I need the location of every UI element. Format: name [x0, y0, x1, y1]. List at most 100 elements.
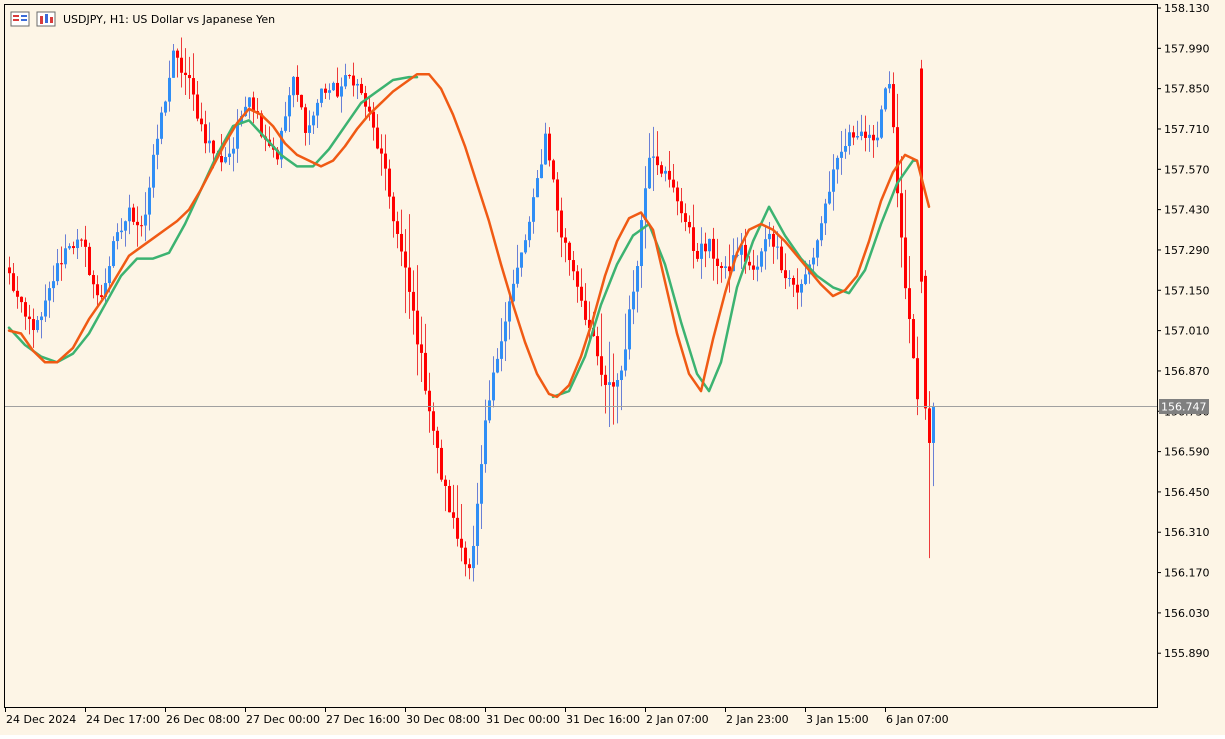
price-tick-label: 157.150 — [1164, 284, 1210, 297]
candle-body — [180, 57, 183, 73]
candle-body — [724, 266, 727, 268]
candle-body — [340, 86, 343, 97]
candle-body — [324, 88, 327, 93]
candle-body — [468, 564, 471, 569]
time-tick-label: 31 Dec 00:00 — [486, 713, 560, 726]
symbol-icon[interactable] — [36, 11, 56, 27]
candle-body — [540, 164, 543, 179]
candle-body — [356, 83, 359, 86]
candle-body — [168, 77, 171, 102]
price-chart[interactable]: 158.130 157.990 157.850 157.710 157.570 157.4… — [0, 0, 1225, 735]
candle-body — [44, 300, 47, 317]
candle-body — [676, 187, 679, 202]
candle-body — [480, 464, 483, 504]
candle-body — [332, 82, 335, 91]
candle-body — [188, 75, 191, 79]
candle-body — [228, 153, 231, 158]
candle-body — [432, 411, 435, 431]
candle-body — [116, 232, 119, 242]
chart-menu-icon[interactable] — [10, 11, 30, 27]
candle-body — [412, 291, 415, 311]
candle-body — [824, 203, 827, 224]
candle-body — [720, 265, 723, 268]
candle-body — [100, 295, 103, 298]
candle-body — [596, 336, 599, 357]
candle-body — [32, 319, 35, 331]
candle-body — [348, 75, 351, 77]
candle-body — [120, 230, 123, 233]
candle-body — [656, 156, 659, 166]
candle-body — [784, 270, 787, 279]
candle-body — [200, 118, 203, 125]
candle-body — [868, 134, 871, 138]
time-tick-label: 2 Jan 23:00 — [726, 713, 789, 726]
candle-body — [132, 207, 135, 222]
candle-body — [624, 349, 627, 371]
candle-body — [352, 75, 355, 86]
candle-body — [136, 221, 139, 226]
candle-body — [172, 50, 175, 78]
candle-body — [396, 221, 399, 234]
candle-body — [620, 370, 623, 381]
candle-body — [660, 165, 663, 174]
chart-background — [0, 0, 1225, 735]
candle-body — [28, 316, 31, 320]
candle-body — [440, 447, 443, 480]
candle-body — [672, 179, 675, 188]
time-tick-label: 27 Dec 16:00 — [326, 713, 400, 726]
candle-body — [176, 50, 179, 58]
candle-body — [800, 283, 803, 293]
candle-body — [816, 240, 819, 258]
candle — [880, 105, 883, 140]
candle-body — [508, 301, 511, 322]
candle-body — [112, 241, 115, 267]
candle-body — [448, 485, 451, 513]
price-tick-label: 155.890 — [1164, 647, 1210, 660]
candle-body — [384, 153, 387, 169]
candle-body — [464, 547, 467, 565]
candle-body — [716, 258, 719, 266]
candle-body — [872, 134, 875, 141]
candle-body — [696, 250, 699, 259]
candle-body — [880, 109, 883, 138]
candle-body — [584, 300, 587, 320]
candle-body — [416, 310, 419, 345]
candle-body — [328, 90, 331, 93]
candle-body — [368, 106, 371, 112]
candle-body — [144, 214, 147, 226]
candle-body — [404, 251, 407, 268]
candle-body — [156, 138, 159, 155]
candle-body — [888, 84, 891, 89]
candle-body — [24, 302, 27, 317]
candle-body — [56, 263, 59, 282]
candle-body — [576, 271, 579, 287]
price-tick-label: 157.430 — [1164, 204, 1210, 217]
candle-body — [832, 169, 835, 192]
candle-body — [524, 240, 527, 253]
candle-body — [68, 246, 71, 249]
candle-body — [484, 420, 487, 465]
candle-body — [452, 512, 455, 518]
candle-body — [64, 248, 67, 265]
candle-body — [712, 238, 715, 259]
candle-body — [444, 479, 447, 486]
price-tick-label: 158.130 — [1164, 2, 1210, 15]
candle-body — [556, 179, 559, 211]
price-tick-label: 156.030 — [1164, 607, 1210, 620]
candle-body — [428, 390, 431, 412]
candle-body — [900, 193, 903, 238]
candle-body — [544, 133, 547, 165]
candle-body — [780, 246, 783, 271]
candle-body — [88, 246, 91, 275]
candle-body — [192, 78, 195, 95]
candle-body — [864, 131, 867, 138]
price-tick-label: 156.590 — [1164, 446, 1210, 459]
candle-body — [860, 131, 863, 137]
candle-body — [568, 242, 571, 261]
candle-body — [308, 125, 311, 133]
candle-body — [616, 380, 619, 387]
candle-body — [908, 288, 911, 320]
candle-body — [300, 94, 303, 108]
candle-body — [812, 257, 815, 265]
candle-body — [420, 344, 423, 353]
